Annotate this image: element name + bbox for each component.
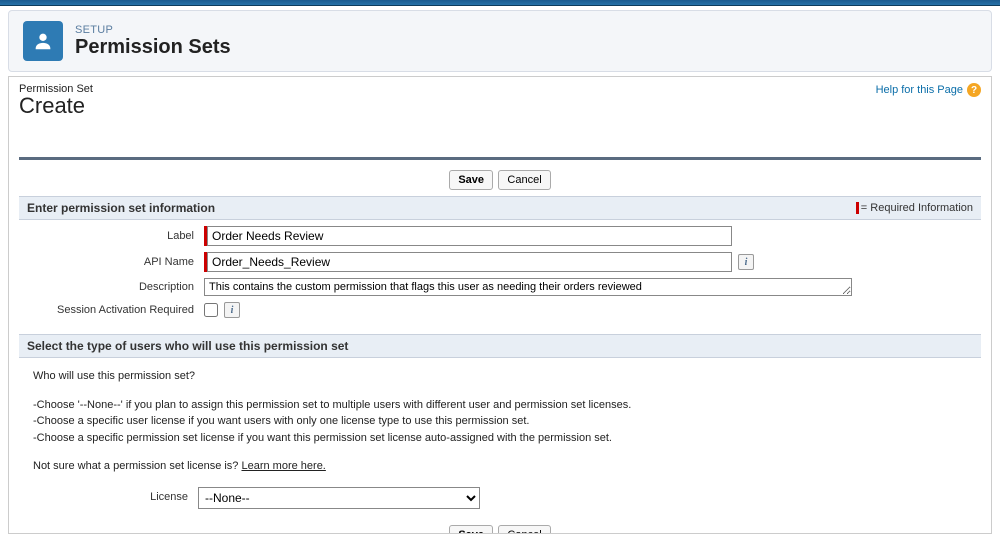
license-select[interactable]: --None-- (198, 487, 480, 509)
help-link-text: Help for this Page (876, 84, 963, 96)
help-line-2: -Choose a specific user license if you w… (33, 413, 967, 430)
session-activation-info-icon[interactable]: i (224, 302, 240, 318)
section-info-header: Enter permission set information = Requi… (19, 196, 981, 220)
header-eyebrow: SETUP (75, 24, 231, 36)
description-input[interactable] (204, 278, 852, 296)
section-user-type-header: Select the type of users who will use th… (19, 334, 981, 358)
api-name-label: API Name (29, 256, 204, 268)
page-title: Create (19, 93, 93, 119)
save-button-bottom[interactable]: Save (449, 525, 493, 535)
required-legend: = Required Information (856, 202, 973, 214)
top-button-row: Save Cancel (19, 164, 981, 196)
label-input[interactable] (207, 226, 732, 246)
help-note: Not sure what a permission set license i… (33, 458, 967, 475)
help-line-3: -Choose a specific permission set licens… (33, 430, 967, 447)
section-separator (19, 157, 981, 160)
api-name-input[interactable] (207, 252, 732, 272)
session-activation-label: Session Activation Required (29, 304, 204, 316)
learn-more-link[interactable]: Learn more here. (241, 460, 325, 472)
permission-sets-icon (23, 21, 63, 61)
cancel-button[interactable]: Cancel (498, 170, 550, 190)
help-line-1: -Choose '--None--' if you plan to assign… (33, 397, 967, 414)
setup-header: SETUP Permission Sets (8, 10, 992, 72)
cancel-button-bottom[interactable]: Cancel (498, 525, 550, 535)
api-name-info-icon[interactable]: i (738, 254, 754, 270)
help-icon: ? (967, 83, 981, 97)
session-activation-checkbox[interactable] (204, 303, 218, 317)
window-top-border (0, 0, 1000, 6)
license-label: License (33, 489, 198, 506)
description-label: Description (29, 281, 204, 293)
save-button[interactable]: Save (449, 170, 493, 190)
content-panel: Permission Set Create Help for this Page… (8, 76, 992, 534)
label-field-label: Label (29, 230, 204, 242)
bottom-button-row: Save Cancel (19, 519, 981, 535)
help-question: Who will use this permission set? (33, 368, 967, 385)
header-title: Permission Sets (75, 36, 231, 59)
help-for-page-link[interactable]: Help for this Page ? (876, 83, 981, 97)
section-info-title: Enter permission set information (27, 201, 215, 215)
section-user-type-title: Select the type of users who will use th… (27, 339, 348, 353)
